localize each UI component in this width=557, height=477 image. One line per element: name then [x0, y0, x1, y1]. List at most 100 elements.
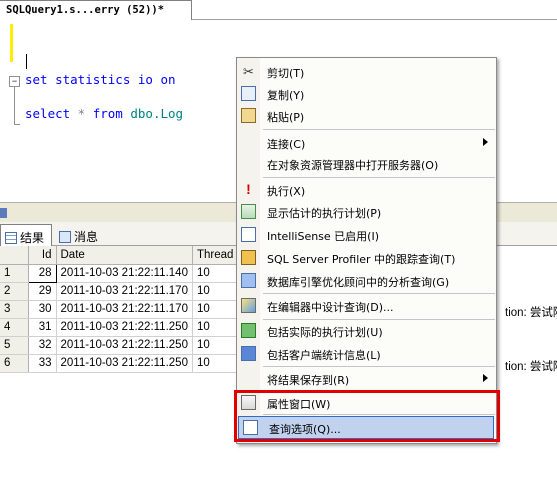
menu-item-cut[interactable]: ✂ 剪切(T): [237, 61, 496, 82]
actual-plan-icon: [241, 323, 256, 338]
cell-id[interactable]: 31: [28, 318, 57, 337]
cell-message-overflow[interactable]: tion: 尝试除以: [505, 304, 557, 320]
query-designer-icon: [241, 298, 256, 313]
tab-results-label: 结果: [20, 231, 45, 245]
cell-thread[interactable]: 10: [192, 318, 239, 337]
tab-messages[interactable]: 消息: [55, 224, 110, 246]
menu-item-results-to[interactable]: 将结果保存到(R): [237, 368, 496, 389]
cell-thread[interactable]: 10: [192, 354, 239, 373]
estimated-plan-icon: [241, 204, 256, 219]
menu-item-label: 在对象资源管理器中打开服务器(O): [267, 159, 439, 172]
menu-item-open-server-in-object-explorer[interactable]: 在对象资源管理器中打开服务器(O): [237, 153, 496, 174]
document-tab-strip: SQLQuery1.s...erry (52))*: [0, 0, 557, 20]
keyword-on: on: [160, 72, 176, 87]
changed-lines-marker: [10, 24, 13, 62]
menu-item-copy[interactable]: 复制(Y): [237, 83, 496, 104]
code-line-1[interactable]: set statistics io on: [25, 72, 176, 87]
paste-icon: [241, 108, 256, 123]
code-line-2[interactable]: select * from dbo.Log: [25, 106, 183, 121]
cell-thread[interactable]: 10: [192, 336, 239, 355]
cell-thread[interactable]: 10: [192, 300, 239, 319]
menu-item-include-client-statistics[interactable]: 包括客户端统计信息(L): [237, 343, 496, 364]
copy-icon: [241, 86, 256, 101]
menu-item-connect[interactable]: 连接(C): [237, 132, 496, 153]
row-number[interactable]: 2: [0, 282, 29, 301]
message-icon: [59, 231, 71, 243]
menu-item-label: IntelliSense 已启用(I): [267, 230, 380, 243]
menu-item-label: 粘贴(P): [267, 111, 305, 124]
context-menu: ✂ 剪切(T) 复制(Y) 粘贴(P) 连接(C) 在对象资源管理器中打开服务器(…: [236, 57, 497, 444]
fold-guide-end: [14, 124, 20, 125]
table-row[interactable]: 6 33 2011-10-03 21:22:11.250 10: [0, 354, 239, 373]
text-caret: [26, 54, 27, 69]
menu-separator: [263, 366, 495, 367]
table-name: dbo.Log: [122, 106, 184, 121]
menu-separator: [263, 177, 495, 178]
row-number[interactable]: 1: [0, 264, 29, 283]
table-row[interactable]: 2 29 2011-10-03 21:22:11.170 10: [0, 282, 239, 301]
menu-item-label: 在编辑器中设计查询(D)...: [267, 301, 394, 314]
code-text: statistics io: [47, 72, 161, 87]
menu-item-label: 数据库引擎优化顾问中的分析查询(G): [267, 276, 450, 289]
cell-date[interactable]: 2011-10-03 21:22:11.250: [56, 336, 193, 355]
menu-item-label: 将结果保存到(R): [267, 374, 350, 387]
menu-item-trace-in-profiler[interactable]: SQL Server Profiler 中的跟踪查询(T): [237, 247, 496, 268]
submenu-arrow-icon: [483, 138, 488, 146]
table-row[interactable]: 5 32 2011-10-03 21:22:11.250 10: [0, 336, 239, 355]
column-header-date[interactable]: Date: [56, 246, 193, 265]
cell-date[interactable]: 2011-10-03 21:22:11.250: [56, 354, 193, 373]
cell-id[interactable]: 28: [27, 263, 57, 283]
menu-item-intellisense[interactable]: IntelliSense 已启用(I): [237, 224, 496, 245]
tuning-advisor-icon: [241, 273, 256, 288]
menu-item-label: 包括实际的执行计划(U): [267, 326, 383, 339]
tab-results[interactable]: 结果: [0, 224, 52, 246]
row-number[interactable]: 5: [0, 336, 29, 355]
client-stats-icon: [241, 346, 256, 361]
cell-date[interactable]: 2011-10-03 21:22:11.250: [56, 318, 193, 337]
cell-thread[interactable]: 10: [192, 282, 239, 301]
cell-message-overflow[interactable]: tion: 尝试除以: [505, 358, 557, 374]
menu-item-label: 包括客户端统计信息(L): [267, 349, 381, 362]
column-header-id[interactable]: Id: [28, 246, 57, 265]
cell-date[interactable]: 2011-10-03 21:22:11.170: [56, 300, 193, 319]
table-row[interactable]: 3 30 2011-10-03 21:22:11.170 10: [0, 300, 239, 319]
menu-item-analyze-in-tuning-advisor[interactable]: 数据库引擎优化顾问中的分析查询(G): [237, 270, 496, 291]
profiler-icon: [241, 250, 256, 265]
splitter-handle[interactable]: [0, 208, 7, 218]
row-number[interactable]: 4: [0, 318, 29, 337]
cell-id[interactable]: 33: [28, 354, 57, 373]
menu-item-paste[interactable]: 粘贴(P): [237, 105, 496, 126]
menu-item-label: SQL Server Profiler 中的跟踪查询(T): [267, 253, 456, 266]
row-number[interactable]: 6: [0, 354, 29, 373]
column-header-thread[interactable]: Thread: [192, 246, 239, 265]
cell-id[interactable]: 29: [28, 282, 57, 301]
menu-item-execute[interactable]: ! 执行(X): [237, 179, 496, 200]
highlight-annotation-box: [234, 390, 500, 442]
code-text: *: [70, 106, 93, 121]
menu-item-design-query-in-editor[interactable]: 在编辑器中设计查询(D)...: [237, 295, 496, 316]
row-header-corner[interactable]: [0, 246, 29, 265]
grid-header-row: Id Date Thread: [0, 246, 239, 265]
menu-item-label: 显示估计的执行计划(P): [267, 207, 382, 220]
document-tab[interactable]: SQLQuery1.s...erry (52))*: [0, 0, 192, 20]
menu-item-label: 执行(X): [267, 185, 306, 198]
fold-guide: [14, 86, 15, 124]
cell-id[interactable]: 30: [28, 300, 57, 319]
table-row[interactable]: 1 28 2011-10-03 21:22:11.140 10: [0, 263, 239, 283]
keyword-from: from: [92, 106, 123, 121]
row-number[interactable]: 3: [0, 300, 29, 319]
menu-separator: [263, 129, 495, 130]
cell-thread[interactable]: 10: [192, 264, 239, 283]
menu-item-display-estimated-plan[interactable]: 显示估计的执行计划(P): [237, 201, 496, 222]
keyword-select: select: [25, 106, 71, 121]
menu-item-label: 连接(C): [267, 138, 306, 151]
cell-date[interactable]: 2011-10-03 21:22:11.170: [56, 282, 193, 301]
menu-item-label: 剪切(T): [267, 67, 305, 80]
grid-icon: [5, 232, 17, 244]
intellisense-icon: [241, 227, 256, 242]
cell-id[interactable]: 32: [28, 336, 57, 355]
table-row[interactable]: 4 31 2011-10-03 21:22:11.250 10: [0, 318, 239, 337]
menu-separator: [263, 293, 495, 294]
cell-date[interactable]: 2011-10-03 21:22:11.140: [56, 264, 193, 283]
menu-item-include-actual-plan[interactable]: 包括实际的执行计划(U): [237, 320, 496, 341]
